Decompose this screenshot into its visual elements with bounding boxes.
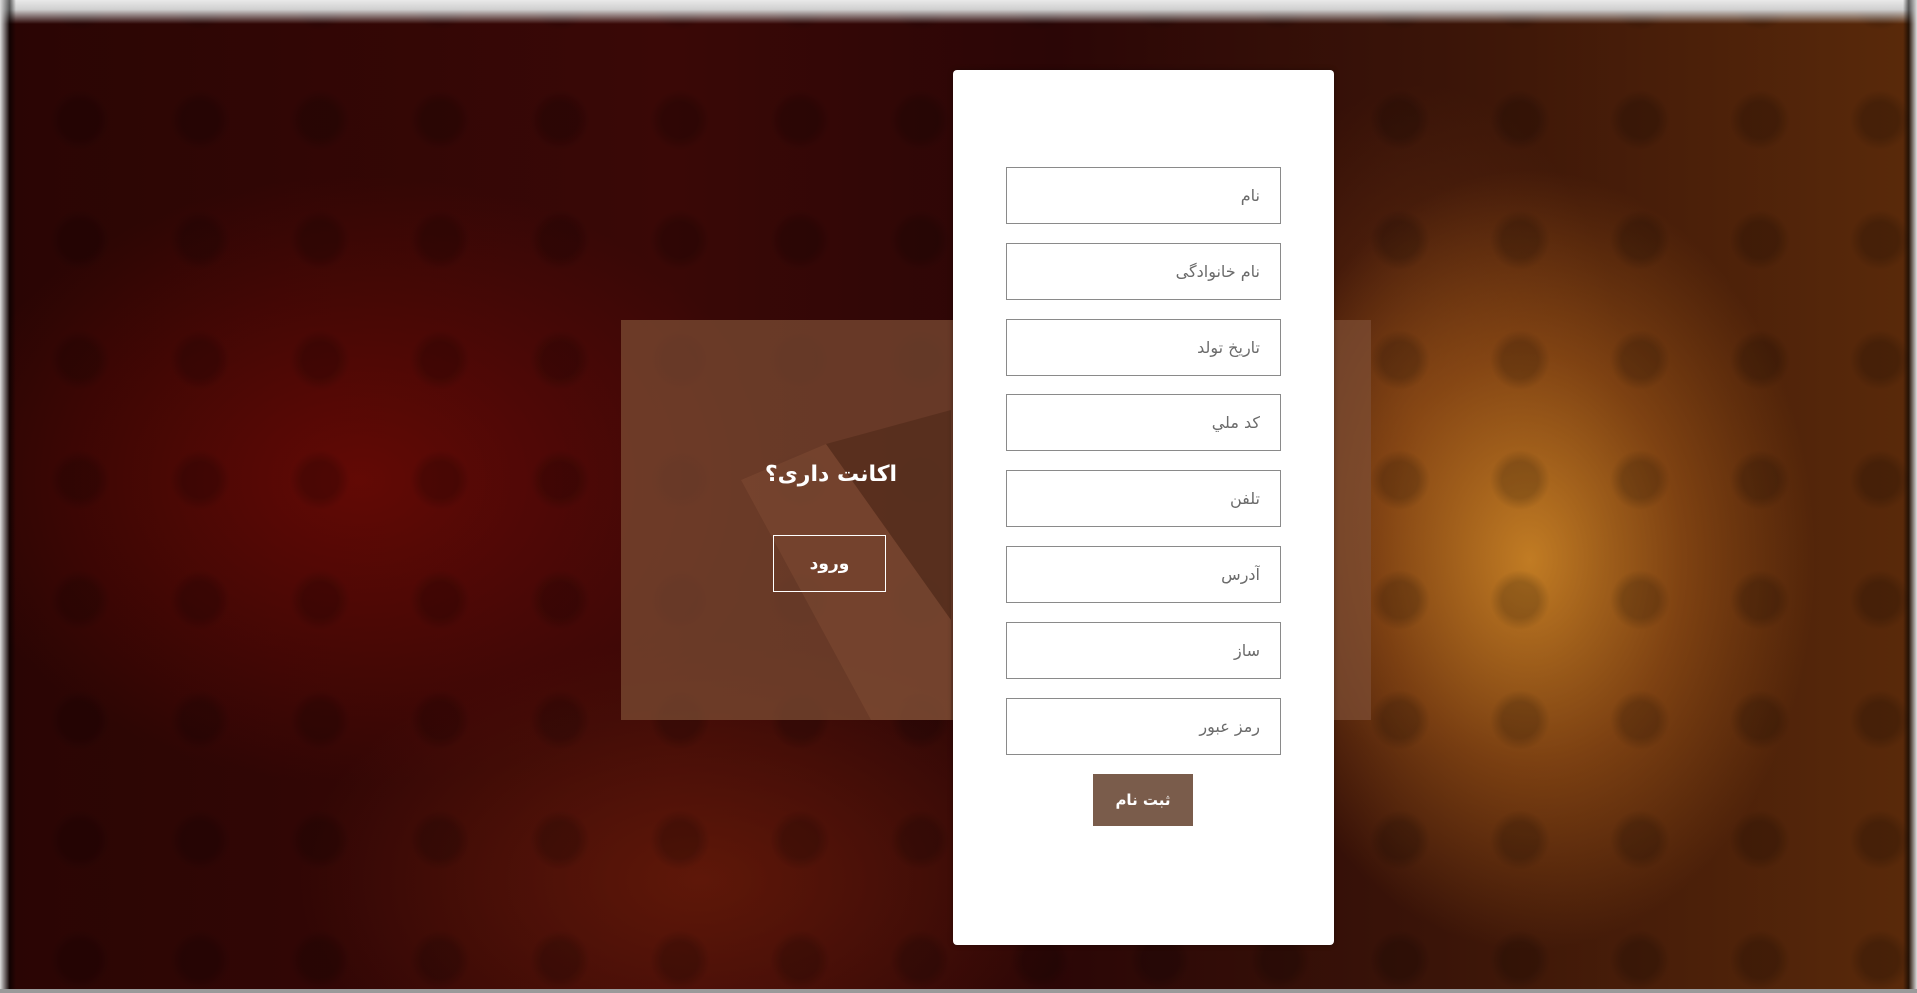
window-right-edge — [1903, 0, 1917, 993]
address-field[interactable] — [1006, 546, 1281, 603]
login-button[interactable]: ورود — [773, 535, 886, 592]
password-field[interactable] — [1006, 698, 1281, 755]
phone-field[interactable] — [1006, 470, 1281, 527]
window-top-edge — [0, 0, 1917, 24]
last-name-field[interactable] — [1006, 243, 1281, 300]
birth-date-field[interactable] — [1006, 319, 1281, 376]
first-name-field[interactable] — [1006, 167, 1281, 224]
national-code-field[interactable] — [1006, 394, 1281, 451]
page: اکانت داری؟ ورود ثبت نام — [0, 0, 1917, 993]
register-button[interactable]: ثبت نام — [1093, 774, 1193, 826]
window-left-edge — [0, 0, 16, 993]
login-title: اکانت داری؟ — [764, 462, 898, 487]
register-form: ثبت نام — [953, 70, 1334, 945]
login-prompt: اکانت داری؟ ورود — [741, 462, 921, 592]
window-bottom-edge — [0, 989, 1917, 993]
instrument-field[interactable] — [1006, 622, 1281, 679]
